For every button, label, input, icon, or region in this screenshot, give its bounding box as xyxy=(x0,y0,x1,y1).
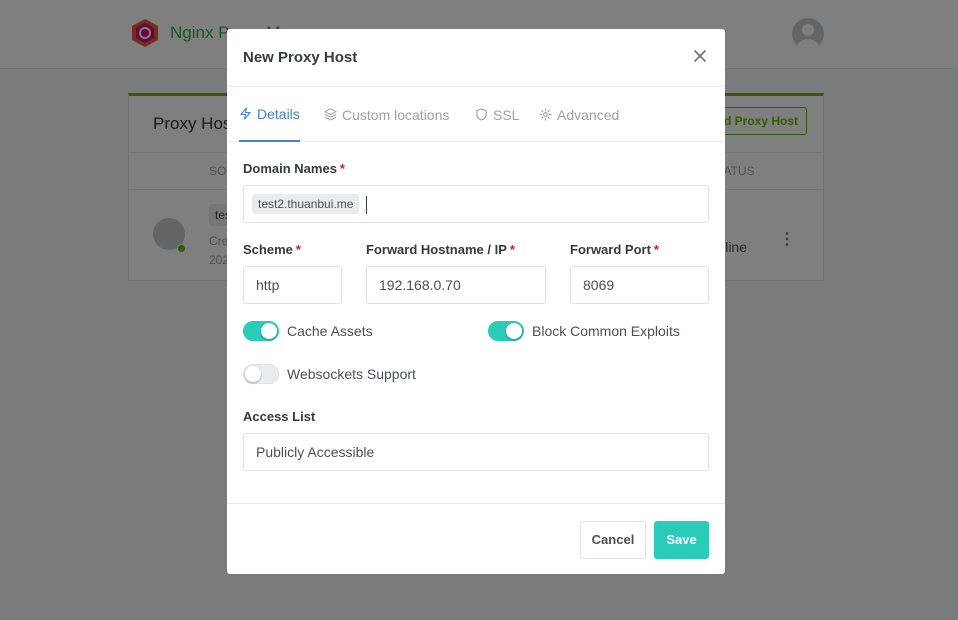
block-exploits-switch[interactable] xyxy=(488,321,524,341)
cache-assets-toggle[interactable]: Cache Assets xyxy=(243,321,373,341)
required-marker: * xyxy=(295,242,301,257)
domain-names-label-text: Domain Names xyxy=(243,161,337,176)
bolt-icon xyxy=(240,107,251,120)
cache-assets-label: Cache Assets xyxy=(287,323,373,339)
gear-icon xyxy=(539,108,552,121)
access-list-label: Access List xyxy=(243,409,316,424)
required-marker: * xyxy=(653,242,659,257)
block-exploits-label: Block Common Exploits xyxy=(532,323,680,339)
cache-assets-switch[interactable] xyxy=(243,321,279,341)
layers-icon xyxy=(324,108,337,121)
domain-names-label: Domain Names * xyxy=(243,161,345,176)
modal-header: New Proxy Host xyxy=(227,29,725,87)
new-proxy-host-modal: New Proxy Host Details Custom locations … xyxy=(227,29,725,574)
access-list-select[interactable]: Publicly Accessible xyxy=(243,433,709,471)
forward-host-label-text: Forward Hostname / IP xyxy=(366,242,507,257)
scheme-label-text: Scheme xyxy=(243,242,293,257)
cancel-button[interactable]: Cancel xyxy=(580,521,646,559)
forward-port-label-text: Forward Port xyxy=(570,242,651,257)
websockets-label: Websockets Support xyxy=(287,366,416,382)
scheme-label: Scheme * xyxy=(243,242,301,257)
tab-details-label: Details xyxy=(257,105,300,122)
save-button[interactable]: Save xyxy=(654,521,709,559)
tab-ssl[interactable]: SSL xyxy=(475,87,519,142)
websockets-switch[interactable] xyxy=(243,364,279,384)
scheme-input[interactable] xyxy=(243,266,342,304)
tab-details[interactable]: Details xyxy=(239,87,300,142)
websockets-toggle[interactable]: Websockets Support xyxy=(243,364,416,384)
domain-chip[interactable]: test2.thuanbui.me xyxy=(252,194,360,214)
close-icon[interactable] xyxy=(691,47,709,65)
modal-tabs: Details Custom locations SSL Advanced xyxy=(227,87,725,142)
required-marker: * xyxy=(509,242,515,257)
tab-custom-locations[interactable]: Custom locations xyxy=(324,87,449,142)
tab-ssl-label: SSL xyxy=(493,106,520,123)
text-caret xyxy=(366,196,367,214)
required-marker: * xyxy=(339,161,345,176)
modal-footer: Cancel Save xyxy=(227,503,725,574)
forward-port-label: Forward Port * xyxy=(570,242,659,257)
block-exploits-toggle[interactable]: Block Common Exploits xyxy=(488,321,680,341)
tab-advanced-label: Advanced xyxy=(557,106,620,123)
tab-custom-locations-label: Custom locations xyxy=(342,106,450,123)
tab-advanced[interactable]: Advanced xyxy=(539,87,619,142)
domain-names-input[interactable]: test2.thuanbui.me xyxy=(243,185,709,223)
forward-port-input[interactable] xyxy=(570,266,709,304)
forward-host-label: Forward Hostname / IP * xyxy=(366,242,515,257)
forward-host-input[interactable] xyxy=(366,266,546,304)
modal-title: New Proxy Host xyxy=(243,49,358,66)
shield-icon xyxy=(476,108,487,121)
